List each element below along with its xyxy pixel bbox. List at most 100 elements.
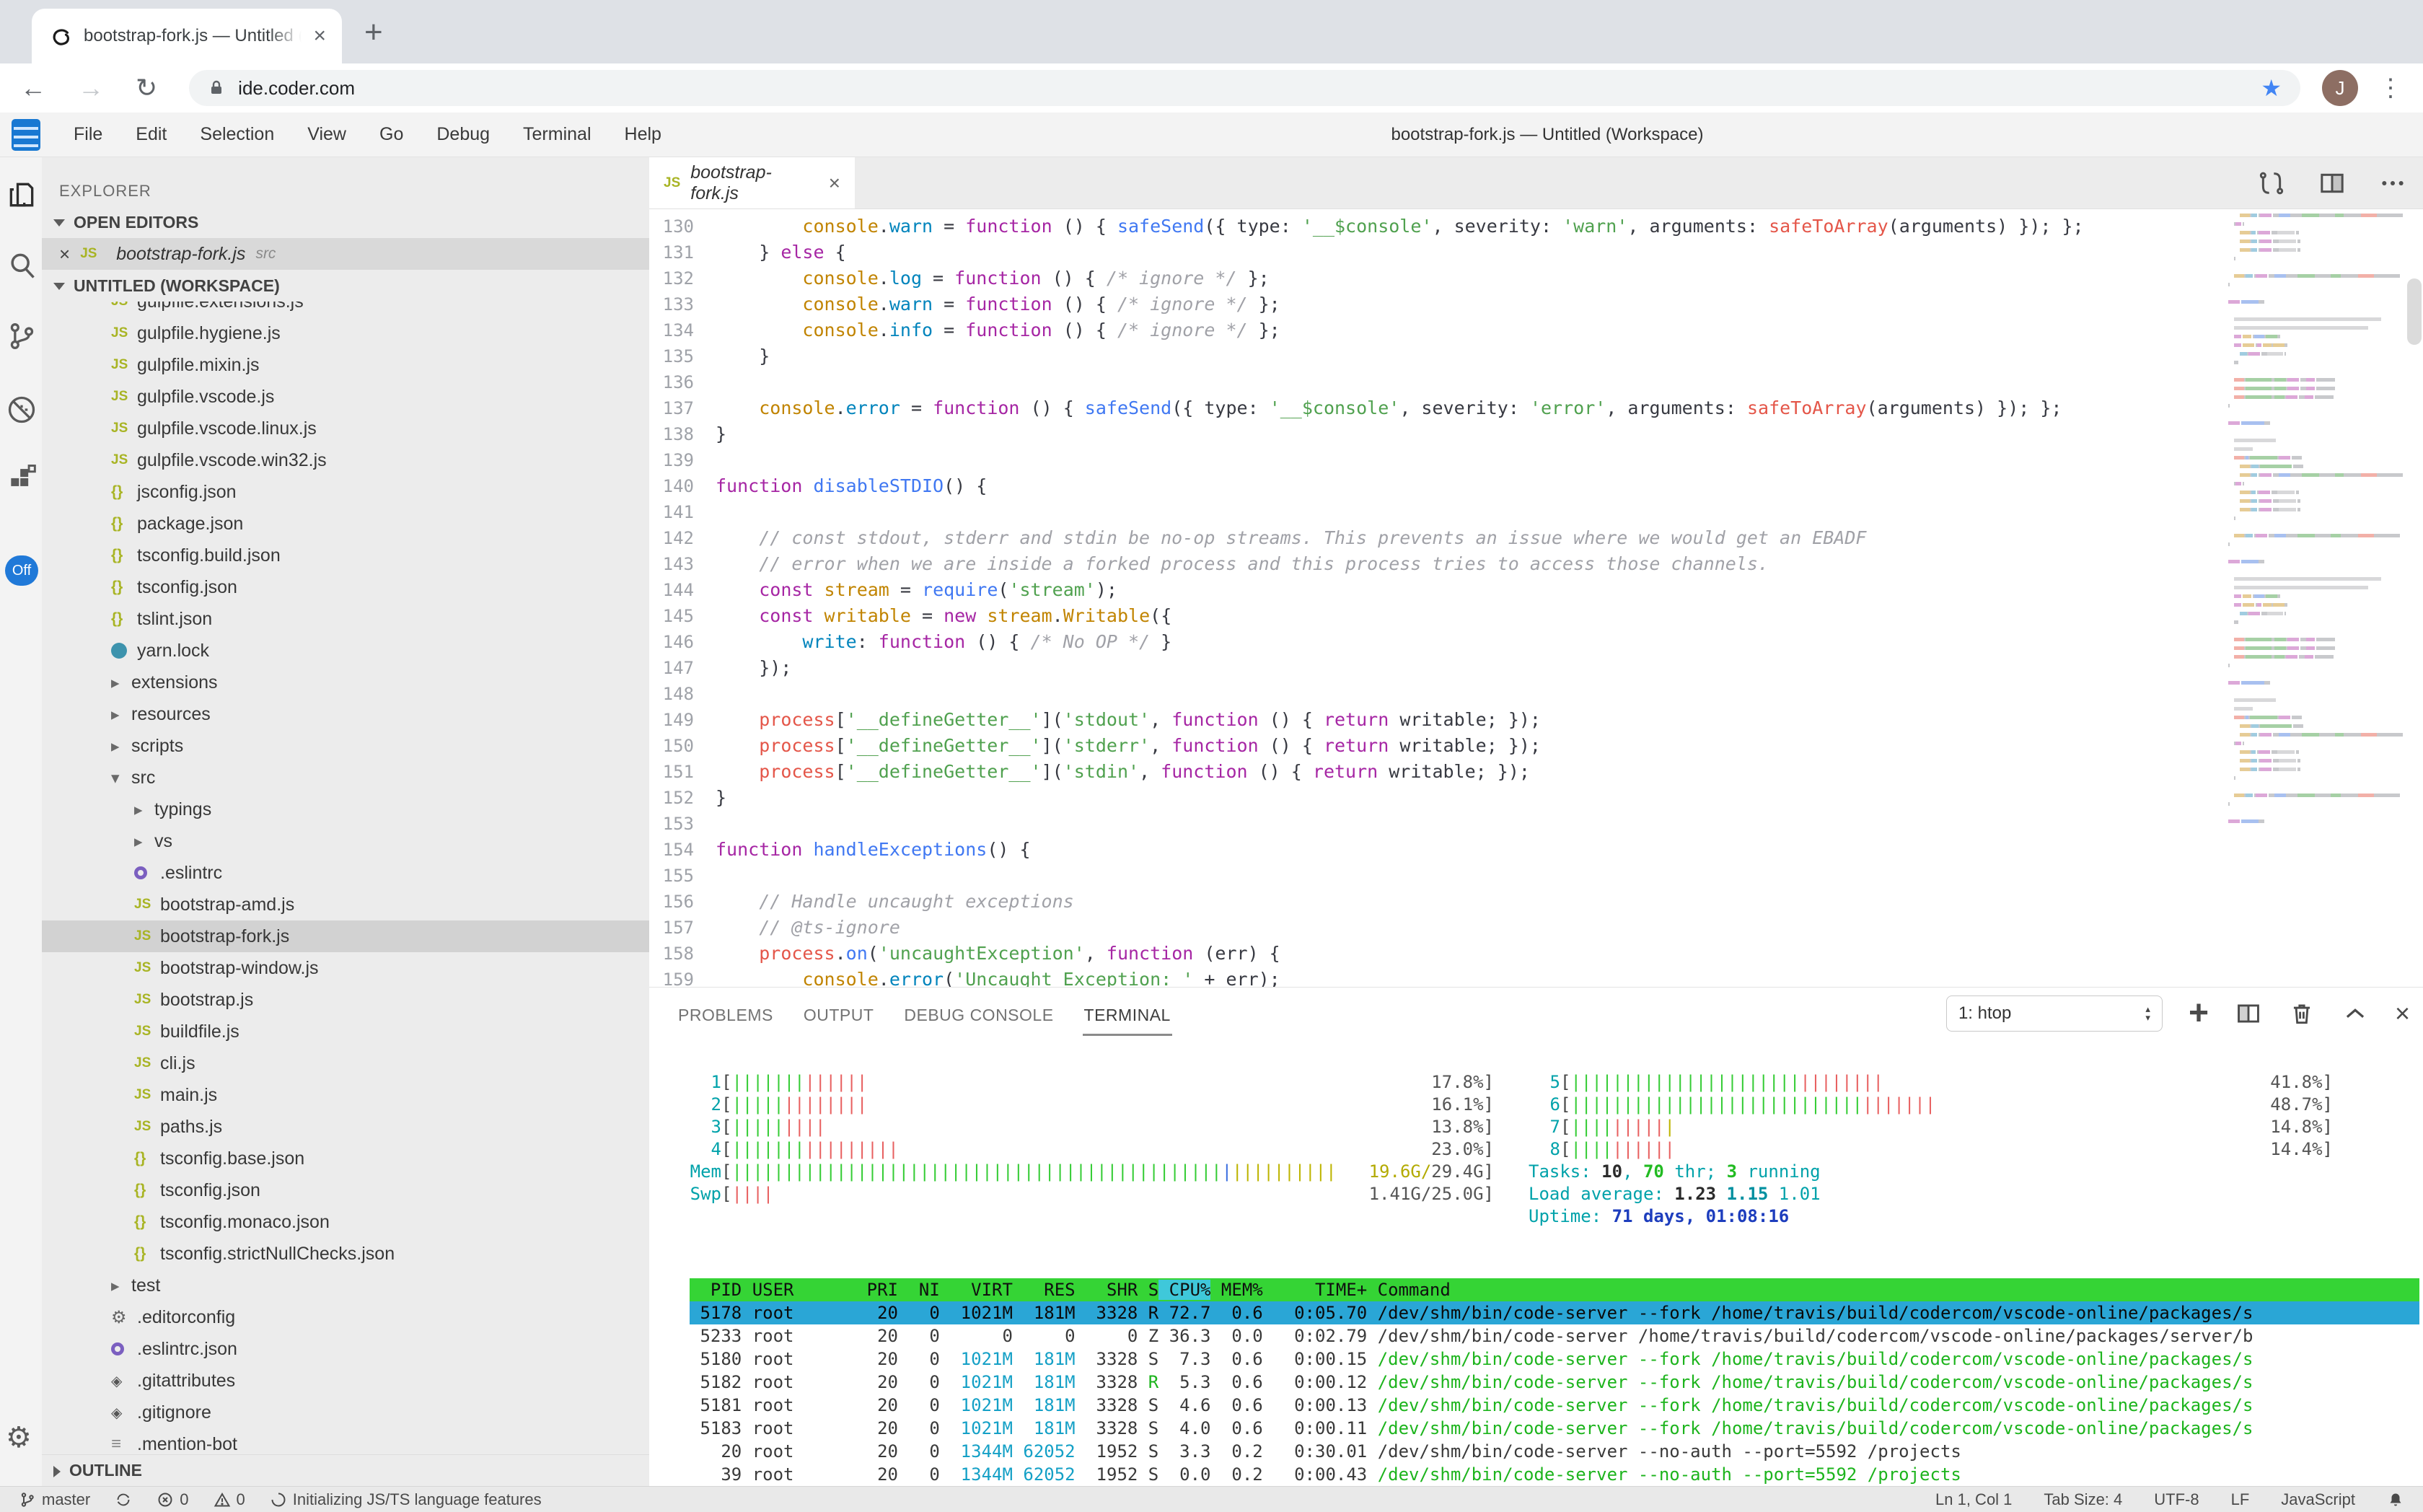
tree-item-paths-js[interactable]: JSpaths.js <box>42 1111 649 1143</box>
panel-tab-debug-console[interactable]: DEBUG CONSOLE <box>902 991 1055 1036</box>
tree-item-bootstrap-fork-js[interactable]: JSbootstrap-fork.js <box>42 920 649 952</box>
menu-item-edit[interactable]: Edit <box>136 124 167 144</box>
back-icon[interactable]: ← <box>20 73 46 103</box>
spinner-icon <box>270 1491 287 1508</box>
extensions-icon[interactable] <box>6 462 38 493</box>
tree-item-gulpfile-vscode-js[interactable]: JSgulpfile.vscode.js <box>42 381 649 413</box>
close-icon[interactable]: × <box>59 243 70 265</box>
source-control-icon[interactable] <box>6 320 38 352</box>
tree-item-typings[interactable]: ▸typings <box>42 794 649 825</box>
swap-icon[interactable] <box>2257 169 2286 198</box>
tree-item-bootstrap-js[interactable]: JSbootstrap.js <box>42 984 649 1016</box>
debug-disabled-icon[interactable] <box>6 394 38 426</box>
tree-item-tsconfig-build-json[interactable]: {}tsconfig.build.json <box>42 540 649 571</box>
editor-tab[interactable]: JS bootstrap-fork.js × <box>649 157 855 208</box>
forward-icon[interactable]: → <box>78 73 104 103</box>
tree-item--mention-bot[interactable]: ≡.mention-bot <box>42 1428 649 1454</box>
language-mode[interactable]: JavaScript <box>2281 1490 2355 1509</box>
tree-item-vs[interactable]: ▸vs <box>42 825 649 857</box>
menu-item-debug[interactable]: Debug <box>436 124 490 144</box>
panel-tab-problems[interactable]: PROBLEMS <box>677 991 775 1036</box>
close-panel-icon[interactable]: × <box>2395 998 2410 1029</box>
tree-item-gulpfile-mixin-js[interactable]: JSgulpfile.mixin.js <box>42 349 649 381</box>
workspace-header[interactable]: UNTITLED (WORKSPACE) <box>42 270 649 302</box>
new-terminal-icon[interactable]: + <box>2189 996 2209 1031</box>
open-editors-header[interactable]: OPEN EDITORS <box>42 206 649 238</box>
open-editor-item[interactable]: × JS bootstrap-fork.js src <box>42 238 649 270</box>
avatar[interactable]: J <box>2322 70 2358 106</box>
terminal-select[interactable]: 1: htop ▴▾ <box>1946 995 2163 1032</box>
encoding[interactable]: UTF-8 <box>2154 1490 2199 1509</box>
maximize-panel-icon[interactable] <box>2341 1000 2369 1027</box>
tree-item-gulpfile-vscode-linux-js[interactable]: JSgulpfile.vscode.linux.js <box>42 413 649 444</box>
settings-gear-icon[interactable]: ⚙ <box>6 1421 38 1453</box>
tab-size[interactable]: Tab Size: 4 <box>2044 1490 2122 1509</box>
search-icon[interactable] <box>6 250 38 281</box>
process-row-20: 20 root 20 0 1344M 62052 1952 S 3.3 0.2 … <box>690 1440 2419 1463</box>
tree-item-tsconfig-strictnullchecks-json[interactable]: {}tsconfig.strictNullChecks.json <box>42 1238 649 1270</box>
split-terminal-icon[interactable] <box>2235 1000 2262 1027</box>
terminal[interactable]: 1[|||||||||||||17.8%]5[|||||||||||||||||… <box>649 1040 2423 1486</box>
menu-item-file[interactable]: File <box>74 124 102 144</box>
browser-menu-icon[interactable]: ⋮ <box>2378 74 2403 102</box>
tree-item-bootstrap-window-js[interactable]: JSbootstrap-window.js <box>42 952 649 984</box>
tree-item-gulpfile-vscode-win32-js[interactable]: JSgulpfile.vscode.win32.js <box>42 444 649 476</box>
tree-item-test[interactable]: ▸test <box>42 1270 649 1301</box>
tree-item-jsconfig-json[interactable]: {}jsconfig.json <box>42 476 649 508</box>
cursor-position[interactable]: Ln 1, Col 1 <box>1935 1490 2012 1509</box>
tree-item-package-json[interactable]: {}package.json <box>42 508 649 540</box>
editor-scrollbar[interactable] <box>2407 278 2422 345</box>
panel-tab-terminal[interactable]: TERMINAL <box>1083 991 1172 1036</box>
errors-item[interactable]: 0 <box>157 1490 188 1509</box>
tree-item-buildfile-js[interactable]: JSbuildfile.js <box>42 1016 649 1047</box>
menu-item-terminal[interactable]: Terminal <box>523 124 591 144</box>
explorer-icon[interactable] <box>6 179 38 211</box>
kill-terminal-trash-icon[interactable] <box>2288 1000 2316 1027</box>
tree-item--eslintrc[interactable]: .eslintrc <box>42 857 649 889</box>
sync-icon[interactable] <box>115 1491 132 1508</box>
eol[interactable]: LF <box>2231 1490 2250 1509</box>
tree-item-tsconfig-monaco-json[interactable]: {}tsconfig.monaco.json <box>42 1206 649 1238</box>
tree-item-gulpfile-hygiene-js[interactable]: JSgulpfile.hygiene.js <box>42 317 649 349</box>
menu-item-help[interactable]: Help <box>625 124 661 144</box>
browser-tab[interactable]: bootstrap-fork.js — Untitled (W × <box>32 9 342 63</box>
menu-item-view[interactable]: View <box>307 124 346 144</box>
bell-icon[interactable] <box>2387 1491 2404 1508</box>
tree-item-cli-js[interactable]: JScli.js <box>42 1047 649 1079</box>
code-editor[interactable]: 130 console.warn = function () { safeSen… <box>649 209 2423 987</box>
tree-item-main-js[interactable]: JSmain.js <box>42 1079 649 1111</box>
url-bar[interactable]: ide.coder.com ★ <box>189 70 2300 106</box>
code-line: 144 const stream = require('stream'); <box>649 577 2221 603</box>
tree-item--editorconfig[interactable]: ⚙.editorconfig <box>42 1301 649 1333</box>
tree-item--gitattributes[interactable]: ◈.gitattributes <box>42 1365 649 1397</box>
tree-item-yarn-lock[interactable]: yarn.lock <box>42 635 649 667</box>
tree-item--gitignore[interactable]: ◈.gitignore <box>42 1397 649 1428</box>
tree-item-src[interactable]: ▾src <box>42 762 649 794</box>
tree-item-tsconfig-json[interactable]: {}tsconfig.json <box>42 1174 649 1206</box>
outline-header[interactable]: OUTLINE <box>42 1454 649 1486</box>
menu-item-go[interactable]: Go <box>379 124 403 144</box>
reload-icon[interactable]: ↻ <box>136 73 157 103</box>
minimap[interactable] <box>2228 211 2403 834</box>
editor-zone: JS bootstrap-fork.js × 130 console.warn … <box>649 157 2423 1486</box>
tree-item-gulpfile-extensions-js[interactable]: JSgulpfile.extensions.js <box>42 302 649 317</box>
tree-item-bootstrap-amd-js[interactable]: JSbootstrap-amd.js <box>42 889 649 920</box>
new-tab-button[interactable]: + <box>364 14 383 50</box>
language-status-item[interactable]: Initializing JS/TS language features <box>270 1490 542 1509</box>
warnings-item[interactable]: 0 <box>214 1490 245 1509</box>
tree-item-scripts[interactable]: ▸scripts <box>42 730 649 762</box>
close-icon[interactable]: × <box>829 172 840 195</box>
menu-item-selection[interactable]: Selection <box>200 124 274 144</box>
tree-item--eslintrc-json[interactable]: .eslintrc.json <box>42 1333 649 1365</box>
tree-item-tslint-json[interactable]: {}tslint.json <box>42 603 649 635</box>
tree-item-tsconfig-base-json[interactable]: {}tsconfig.base.json <box>42 1143 649 1174</box>
tree-item-tsconfig-json[interactable]: {}tsconfig.json <box>42 571 649 603</box>
panel-tab-output[interactable]: OUTPUT <box>802 991 876 1036</box>
bookmark-star-icon[interactable]: ★ <box>2261 74 2282 102</box>
branch-item[interactable]: master <box>19 1490 90 1509</box>
tree-item-resources[interactable]: ▸resources <box>42 698 649 730</box>
tree-item-extensions[interactable]: ▸extensions <box>42 667 649 698</box>
tab-close-icon[interactable]: × <box>313 25 326 47</box>
split-editor-icon[interactable] <box>2318 169 2347 198</box>
more-actions-icon[interactable] <box>2378 169 2407 198</box>
